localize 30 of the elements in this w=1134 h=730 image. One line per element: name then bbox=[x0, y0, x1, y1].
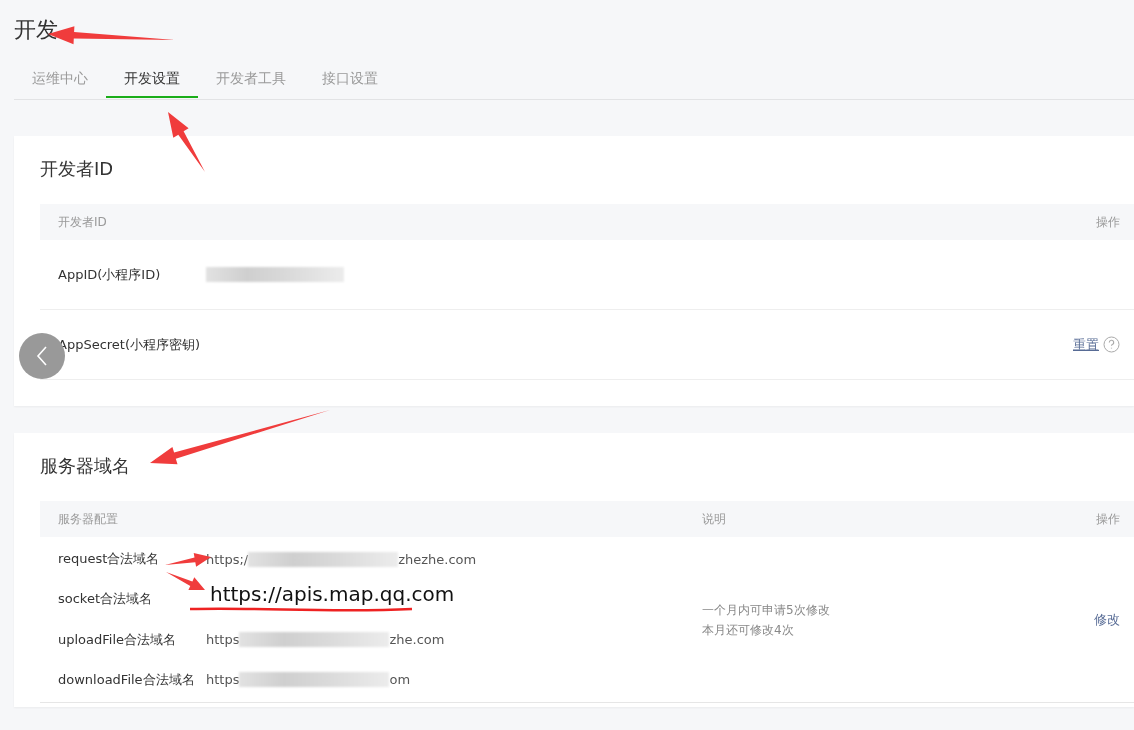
row-label: socket合法域名 bbox=[58, 590, 153, 609]
annotation-arrow bbox=[168, 112, 205, 172]
tab[interactable]: 开发设置 bbox=[106, 63, 198, 98]
domain-value: zhezhe.com bbox=[398, 551, 477, 567]
column-header: 说明 bbox=[702, 510, 727, 528]
domain-value: https bbox=[206, 632, 240, 648]
row-label: AppSecret(小程序密钥) bbox=[58, 335, 201, 354]
annotation-text: https://apis.map.qq.com bbox=[210, 583, 455, 605]
domain-value: https bbox=[206, 672, 240, 688]
column-header: 操作 bbox=[1096, 510, 1120, 528]
column-header: 服务器配置 bbox=[58, 510, 119, 528]
annotation-arrow bbox=[166, 572, 205, 591]
note-text: 本月还可修改4次 bbox=[702, 621, 795, 639]
row-label: request合法域名 bbox=[58, 550, 160, 569]
row-label: downloadFile合法域名 bbox=[58, 670, 195, 689]
chevron-left-icon bbox=[35, 345, 49, 367]
domain-value: om bbox=[389, 672, 411, 688]
domain-value: https;/ bbox=[206, 551, 249, 567]
page-title: 开发 bbox=[14, 16, 58, 44]
reset-link[interactable]: 重置 bbox=[1073, 335, 1099, 354]
column-header: 开发者ID bbox=[58, 213, 108, 231]
row-label: uploadFile合法域名 bbox=[58, 630, 177, 649]
card-title: 服务器域名 bbox=[40, 454, 131, 478]
modify-link[interactable]: 修改 bbox=[1094, 610, 1120, 629]
domain-value: zhe.com bbox=[389, 632, 445, 648]
card-title: 开发者ID bbox=[40, 157, 115, 181]
row-label: AppID(小程序ID) bbox=[58, 265, 161, 284]
column-header: 操作 bbox=[1096, 213, 1120, 231]
note-text: 一个月内可申请5次修改 bbox=[702, 601, 831, 619]
help-icon[interactable] bbox=[1103, 336, 1120, 353]
